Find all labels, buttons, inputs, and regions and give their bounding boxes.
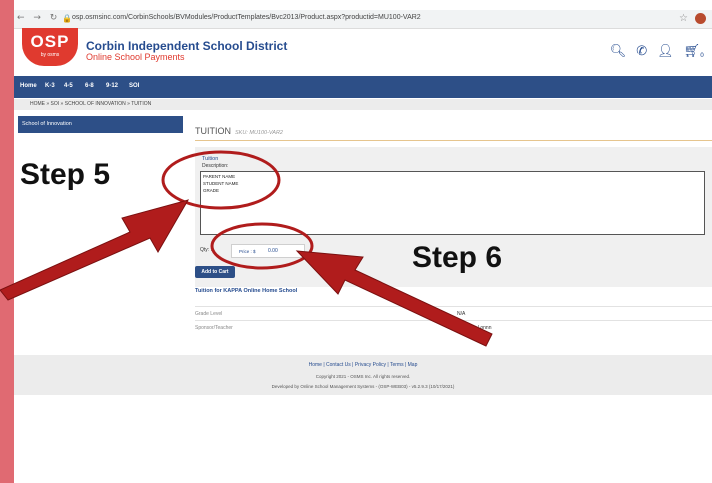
step6-circle xyxy=(210,222,314,270)
step5-circle xyxy=(161,150,281,210)
step6-arrow xyxy=(295,250,493,347)
step5-arrow xyxy=(0,199,190,301)
annotation-overlay xyxy=(0,150,493,347)
